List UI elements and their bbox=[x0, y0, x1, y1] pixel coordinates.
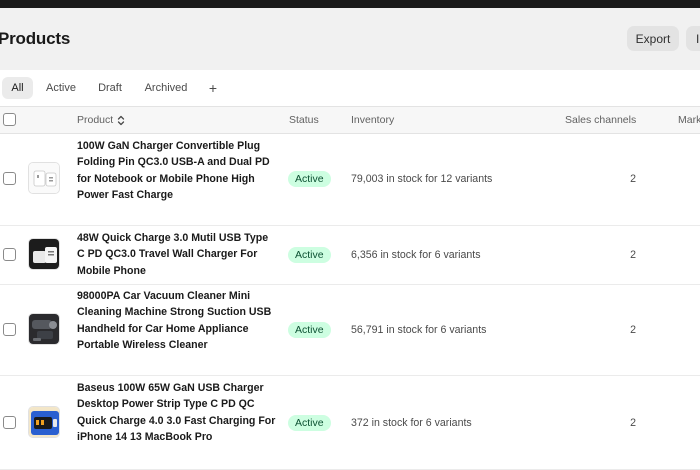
column-product-label: Product bbox=[77, 114, 114, 126]
product-thumbnail bbox=[28, 162, 60, 194]
inventory-text: 79,003 in stock for 12 variants bbox=[351, 173, 493, 185]
table-row[interactable]: 98000PA Car Vacuum Cleaner Mini Cleaning… bbox=[0, 285, 700, 376]
tab-archived[interactable]: Archived bbox=[140, 77, 192, 99]
sales-channels-count: 2 bbox=[630, 324, 636, 336]
row-checkbox[interactable] bbox=[3, 248, 16, 261]
status-badge: Active bbox=[288, 322, 331, 338]
product-name[interactable]: 98000PA Car Vacuum Cleaner Mini Cleaning… bbox=[77, 288, 277, 354]
white-charger-image bbox=[29, 163, 59, 193]
row-checkbox[interactable] bbox=[3, 416, 16, 429]
product-thumbnail bbox=[28, 313, 60, 345]
products-card: All Active Draft Archived + Product Stat… bbox=[0, 70, 700, 470]
select-all-checkbox[interactable] bbox=[3, 113, 16, 126]
import-button[interactable]: Im bbox=[686, 26, 700, 51]
power-strip-image bbox=[29, 407, 59, 437]
tab-active[interactable]: Active bbox=[40, 77, 82, 99]
add-view-button[interactable]: + bbox=[203, 77, 223, 99]
table-row[interactable]: Baseus 100W 65W GaN USB Charger Desktop … bbox=[0, 376, 700, 470]
table-header: Product Status Inventory Sales channels … bbox=[0, 106, 700, 134]
column-sales-channels[interactable]: Sales channels bbox=[565, 114, 636, 126]
export-button[interactable]: Export bbox=[627, 26, 679, 51]
wall-charger-image bbox=[29, 239, 59, 269]
page-title: Products bbox=[0, 29, 71, 48]
inventory-text: 372 in stock for 6 variants bbox=[351, 417, 472, 429]
sales-channels-count: 2 bbox=[630, 417, 636, 429]
product-name[interactable]: Baseus 100W 65W GaN USB Charger Desktop … bbox=[77, 380, 277, 446]
product-name[interactable]: 100W GaN Charger Convertible Plug Foldin… bbox=[77, 138, 277, 204]
page-header: Products Export Im bbox=[0, 8, 700, 70]
filter-tabs: All Active Draft Archived + bbox=[0, 70, 700, 106]
tab-all[interactable]: All bbox=[2, 77, 33, 99]
status-badge: Active bbox=[288, 247, 331, 263]
product-name[interactable]: 48W Quick Charge 3.0 Mutil USB Type C PD… bbox=[77, 230, 277, 279]
product-thumbnail bbox=[28, 406, 60, 438]
inventory-text: 6,356 in stock for 6 variants bbox=[351, 249, 481, 261]
product-thumbnail bbox=[28, 238, 60, 270]
column-inventory[interactable]: Inventory bbox=[351, 114, 394, 126]
row-checkbox[interactable] bbox=[3, 323, 16, 336]
inventory-text: 56,791 in stock for 6 variants bbox=[351, 324, 487, 336]
row-checkbox[interactable] bbox=[3, 172, 16, 185]
sales-channels-count: 2 bbox=[630, 249, 636, 261]
tab-draft[interactable]: Draft bbox=[92, 77, 128, 99]
sort-icon bbox=[118, 115, 125, 125]
top-bar bbox=[0, 0, 700, 8]
table-row[interactable]: 100W GaN Charger Convertible Plug Foldin… bbox=[0, 134, 700, 226]
car-vacuum-image bbox=[29, 314, 59, 344]
column-product[interactable]: Product bbox=[77, 114, 125, 126]
status-badge: Active bbox=[288, 171, 331, 187]
status-badge: Active bbox=[288, 415, 331, 431]
column-markets[interactable]: Mark bbox=[678, 114, 700, 126]
column-status[interactable]: Status bbox=[289, 114, 319, 126]
sales-channels-count: 2 bbox=[630, 173, 636, 185]
table-row[interactable]: 48W Quick Charge 3.0 Mutil USB Type C PD… bbox=[0, 226, 700, 285]
